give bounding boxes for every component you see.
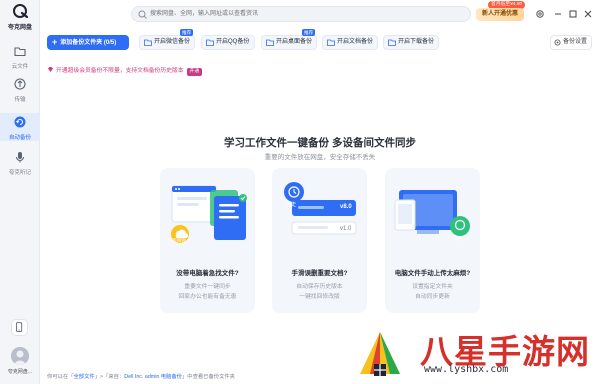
search-bar[interactable] [131, 6, 471, 22]
folder-sync-icon [327, 39, 335, 46]
folder-sync-icon [206, 39, 214, 46]
sidebar-item-label: 夸克听记 [8, 170, 31, 176]
add-backup-folder-label: 添加备份文件夹 (0/5) [60, 40, 117, 46]
page-subline: 重要的文件放在网盘，安全存储不丢失 [264, 154, 376, 161]
card-desc-2: 一键找回修改版 [299, 294, 340, 300]
footer-mid: 」>「来自： [94, 374, 125, 380]
pc-backup-link[interactable]: Dell Inc. admin 电脑备份 [124, 374, 182, 380]
vip-notice-text: 开通超级会员备份不限量，支持文档备份历史版本 [56, 68, 184, 74]
card-badge: 备份 [454, 236, 463, 241]
version-old: v1.0 [340, 226, 352, 232]
backup-settings-label: 备份设置 [563, 39, 588, 45]
card-desc-1: 自动保存历史版本 [296, 284, 343, 290]
feature-card-auto-sync: 备份 电脑文件手动上传太麻烦? 设置指定文件夹 自动同步更新 [385, 168, 480, 313]
download-backup-label: 开启下载备份 [398, 39, 435, 45]
desktop-backup-label: 开启桌面备份 [276, 39, 313, 45]
feature-card-version-history: 历史 v8.0 v1.0 手滑误删重要文档? 自动保存历史版本 一键找回修改版 [272, 168, 367, 313]
version-history-illustration [284, 182, 357, 235]
history-pill: 历史 [286, 202, 297, 208]
settings-icon [554, 39, 561, 46]
recommend-tag: 推荐 [302, 29, 316, 36]
backup-icon [14, 116, 26, 128]
backup-settings-button[interactable]: 备份设置 [550, 35, 592, 50]
version-latest: v8.0 [340, 204, 352, 210]
wechat-backup-label: 开启微信备份 [154, 39, 191, 45]
plus-icon: + [52, 37, 58, 47]
card-desc-1: 重要文件一键同步 [184, 284, 231, 290]
card-title: 没带电脑着急找文件? [176, 270, 239, 277]
card-desc-2: 回家办公也能有备无患 [178, 294, 237, 300]
folder-sync-icon [266, 39, 274, 46]
transfer-icon [14, 78, 26, 90]
app-name: 夸克网盘 [7, 25, 32, 31]
search-input[interactable] [150, 8, 460, 20]
user-avatar-icon [11, 347, 29, 365]
card-desc-1: 设置指定文件夹 [412, 284, 453, 290]
watermark-url: www.lyshbx.com [424, 364, 509, 375]
qq-backup-button[interactable]: 开启QQ备份 [201, 35, 255, 50]
quark-logo-icon [13, 4, 29, 19]
close-icon[interactable] [583, 9, 593, 19]
settings-gear-icon[interactable] [535, 9, 545, 19]
sidebar: 夸克网盘 云文件 传输 自动备份 夸克听记 夸克网盘... [0, 0, 40, 384]
sidebar-item-transfer[interactable]: 传输 [0, 77, 40, 103]
new-user-offer-button[interactable]: 新人开通优惠 [476, 8, 524, 21]
download-backup-button[interactable]: 开启下载备份 [383, 35, 439, 50]
card-desc-2: 自动同步更新 [415, 294, 450, 300]
app-logo[interactable]: 夸克网盘 [0, 4, 40, 31]
page-headline: 学习工作文件一键备份 多设备间文件同步 [224, 137, 416, 149]
feature-card-remote-access: 夸克网盘 没带电脑着急找文件? 重要文件一键同步 回家办公也能有备无患 [160, 168, 255, 313]
sidebar-item-cloud-files[interactable]: 云文件 [0, 44, 40, 70]
vip-diamond-icon [48, 67, 53, 72]
desktop-backup-button[interactable]: 开启桌面备份 [261, 35, 317, 50]
sidebar-item-label: 云文件 [11, 64, 29, 70]
document-backup-button[interactable]: 开启文档备份 [322, 35, 378, 50]
vip-activate-button[interactable]: 开通 [186, 68, 203, 76]
sidebar-item-label: 传输 [14, 97, 26, 103]
add-backup-folder-button[interactable]: + 添加备份文件夹 (0/5) [47, 35, 129, 50]
wechat-backup-button[interactable]: 开启微信备份 [139, 35, 195, 50]
vip-notice: 开通超级会员备份不限量，支持文档备份历史版本 开通 [47, 65, 203, 76]
user-name: 夸克网盘... [7, 369, 33, 375]
document-backup-label: 开启文档备份 [337, 39, 374, 45]
footer-prefix: 你可以在「 [47, 374, 74, 380]
minimize-icon[interactable] [553, 9, 563, 19]
folder-sync-icon [144, 39, 152, 46]
footer-suffix: 」中查看已备份文件夹 [181, 374, 235, 380]
phone-icon [15, 322, 23, 332]
avatar[interactable] [11, 347, 29, 365]
card-badge: 夸克网盘 [168, 238, 186, 243]
folder-sync-icon [388, 39, 396, 46]
recommend-tag: 推荐 [180, 29, 194, 36]
footer-hint: 你可以在「全部文件」>「来自：Dell Inc. admin 电脑备份」中查看已… [47, 372, 235, 380]
maximize-icon[interactable] [568, 9, 578, 19]
mobile-device-button[interactable] [11, 319, 28, 336]
all-files-link[interactable]: 全部文件 [74, 374, 95, 380]
search-icon [138, 10, 147, 19]
qq-backup-label: 开启QQ备份 [216, 39, 250, 45]
card-title: 电脑文件手动上传太麻烦? [394, 270, 471, 277]
folder-icon [14, 47, 26, 57]
card-title: 手滑误删重要文档? [291, 270, 348, 277]
